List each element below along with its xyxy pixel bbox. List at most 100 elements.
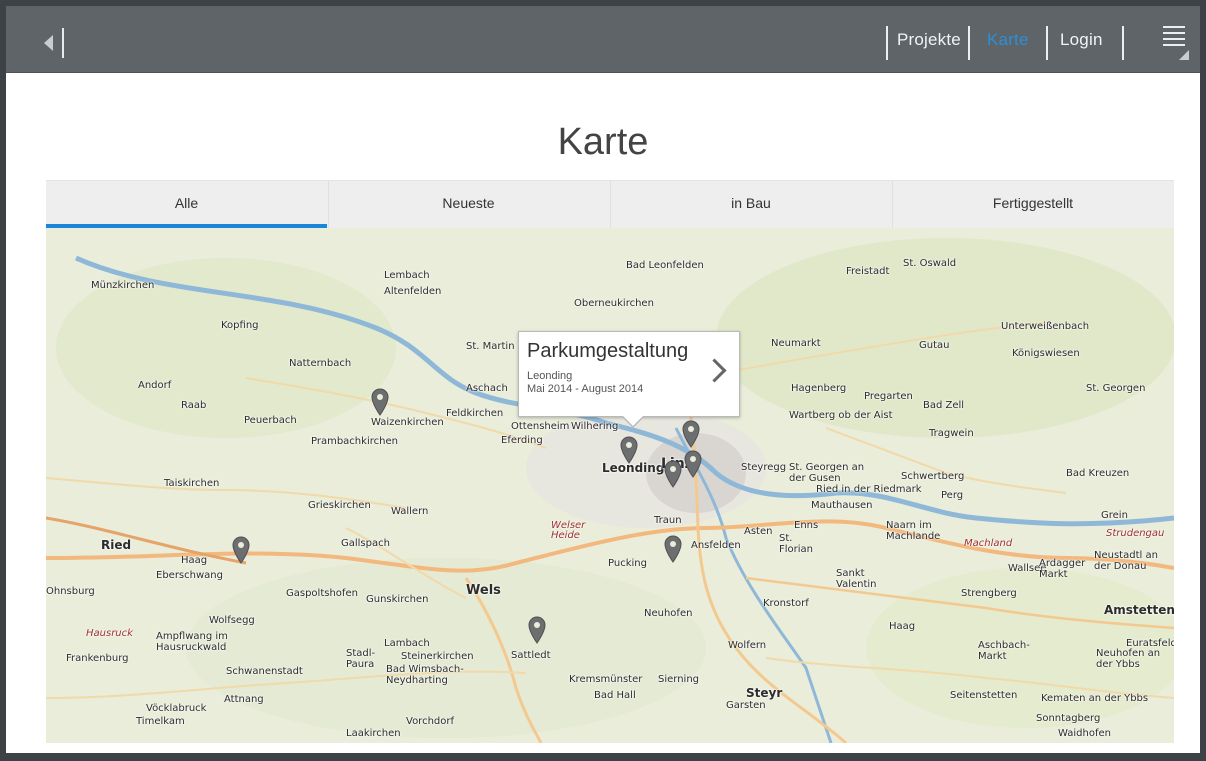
nav-link-projekte[interactable]: Projekte — [897, 30, 961, 50]
map-label: Peuerbach — [244, 415, 297, 426]
divider — [62, 28, 64, 58]
map-label: Enns — [794, 520, 819, 531]
map-label: Bad Zell — [923, 400, 965, 411]
project-pin-icon[interactable] — [682, 420, 700, 448]
map-label: Unterweißenbach — [1001, 321, 1090, 332]
chevron-right-icon[interactable] — [702, 358, 727, 383]
project-pin-icon[interactable] — [232, 536, 250, 564]
hamburger-menu-icon[interactable] — [1163, 26, 1191, 60]
map-view[interactable]: Münzkirchen Lembach Altenfelden Kopfing … — [46, 228, 1174, 743]
map-label: Steyr — [746, 686, 783, 700]
page-title: Karte — [557, 121, 649, 163]
back-button[interactable] — [40, 28, 70, 58]
map-label: Neuhofen an der Ybbs — [1096, 648, 1161, 670]
project-pin-icon[interactable] — [664, 460, 682, 488]
map-label: Gunskirchen — [366, 594, 429, 605]
map-label: Amstetten — [1104, 603, 1174, 617]
browser-frame: Projekte Karte Login Karte Alle Neueste … — [0, 0, 1206, 761]
map-label: Hagenberg — [791, 383, 847, 394]
map-label: Mauthausen — [811, 500, 873, 511]
map-label: Aschbach-Markt — [978, 640, 1030, 662]
project-popup[interactable]: Parkumgestaltung Leonding Mai 2014 - Aug… — [518, 331, 740, 428]
map-label: Kronstorf — [763, 598, 809, 609]
map-label: Steyregg — [741, 462, 787, 473]
map-label: Königswiesen — [1012, 348, 1080, 359]
tab-in-bau[interactable]: in Bau — [610, 181, 892, 229]
map-label: Ansfelden — [691, 540, 741, 551]
map-label: Timelkam — [136, 716, 185, 727]
map-label: Grieskirchen — [308, 500, 371, 511]
map-label: St. Georgen — [1086, 383, 1146, 394]
map-label: Stadl-Paura — [346, 648, 376, 670]
map-label: Lambach — [384, 638, 430, 649]
map-label: Aschach — [466, 383, 508, 394]
project-pin-icon[interactable] — [528, 616, 546, 644]
top-navigation-bar: Projekte Karte Login — [6, 6, 1200, 73]
map-label: Waizenkirchen — [371, 417, 444, 428]
map-label: Naarn im Machlande — [886, 520, 941, 542]
map-label: St. Florian — [779, 533, 814, 555]
map-label: Neumarkt — [771, 338, 821, 349]
map-label: Gallspach — [341, 538, 390, 549]
map-label: Tragwein — [929, 428, 974, 439]
map-label: Bad Hall — [594, 690, 636, 701]
map-label: Seitenstetten — [950, 690, 1018, 701]
map-label: Attnang — [224, 694, 264, 705]
map-label: Steinerkirchen — [401, 651, 474, 662]
map-label: Schwanenstadt — [226, 666, 303, 677]
nav-divider — [886, 26, 888, 60]
map-label: Sankt Valentin — [836, 568, 877, 590]
project-pin-icon[interactable] — [664, 535, 682, 563]
tab-alle[interactable]: Alle — [46, 181, 327, 229]
map-label: Eferding — [501, 435, 543, 446]
popup-period: Mai 2014 - August 2014 — [527, 383, 644, 395]
map-label: Wolfern — [728, 640, 767, 651]
nav-link-karte[interactable]: Karte — [987, 30, 1029, 50]
map-label: Haag — [889, 621, 916, 632]
map-label: Pucking — [608, 558, 647, 569]
map-label: Laakirchen — [346, 728, 401, 739]
map-label: Ardagger Markt — [1039, 558, 1086, 580]
map-label: Pregarten — [864, 391, 913, 402]
map-label: Altenfelden — [384, 286, 442, 297]
map-label: Ried — [101, 538, 132, 552]
map-label: Neuhofen — [644, 608, 693, 619]
back-arrow-icon — [44, 35, 53, 51]
map-label: Neustadtl an der Donau — [1094, 550, 1158, 572]
map-label: St. Georgen an der Gusen — [789, 462, 865, 484]
tab-fertiggestellt[interactable]: Fertiggestellt — [892, 181, 1174, 229]
map-label: Taiskirchen — [164, 478, 220, 489]
map-label: Wels — [466, 583, 501, 598]
tab-neueste[interactable]: Neueste — [328, 181, 609, 229]
nav-link-login[interactable]: Login — [1060, 30, 1103, 50]
map-label: Ried in der Riedmark — [816, 484, 922, 495]
map-label: Gutau — [919, 340, 950, 351]
map-label: Bad Leonfelden — [626, 260, 704, 271]
map-label: Waidhofen — [1058, 728, 1111, 739]
map-label: Strengberg — [961, 588, 1017, 599]
map-label: Wilhering — [571, 421, 619, 432]
nav-divider — [1046, 26, 1048, 60]
map-label: Wallern — [391, 506, 429, 517]
map-label: Kremsmünster — [569, 674, 643, 685]
project-pin-icon[interactable] — [371, 388, 389, 416]
nav-divider — [968, 26, 970, 60]
map-label: Traun — [654, 515, 682, 526]
map-label: Münzkirchen — [91, 280, 155, 291]
map-label: Kopfing — [221, 320, 259, 331]
map-label: Hausruck — [86, 628, 133, 639]
map-label: Sierning — [658, 674, 700, 685]
project-pin-icon[interactable] — [684, 450, 702, 478]
project-pin-icon[interactable] — [620, 436, 638, 464]
map-label: Strudengau — [1106, 528, 1165, 539]
map-label: Kematen an der Ybbs — [1041, 693, 1149, 704]
map-label: Andorf — [138, 380, 172, 391]
map-label: Wolfsegg — [209, 615, 255, 626]
map-label: St. Martin — [466, 341, 515, 352]
map-label: Perg — [941, 490, 964, 501]
map-label: Ohnsburg — [46, 586, 95, 597]
map-label: Natternbach — [289, 358, 352, 369]
map-label: Freistadt — [846, 266, 890, 277]
map-label: Lembach — [384, 270, 430, 281]
popup-location: Leonding — [527, 370, 573, 382]
